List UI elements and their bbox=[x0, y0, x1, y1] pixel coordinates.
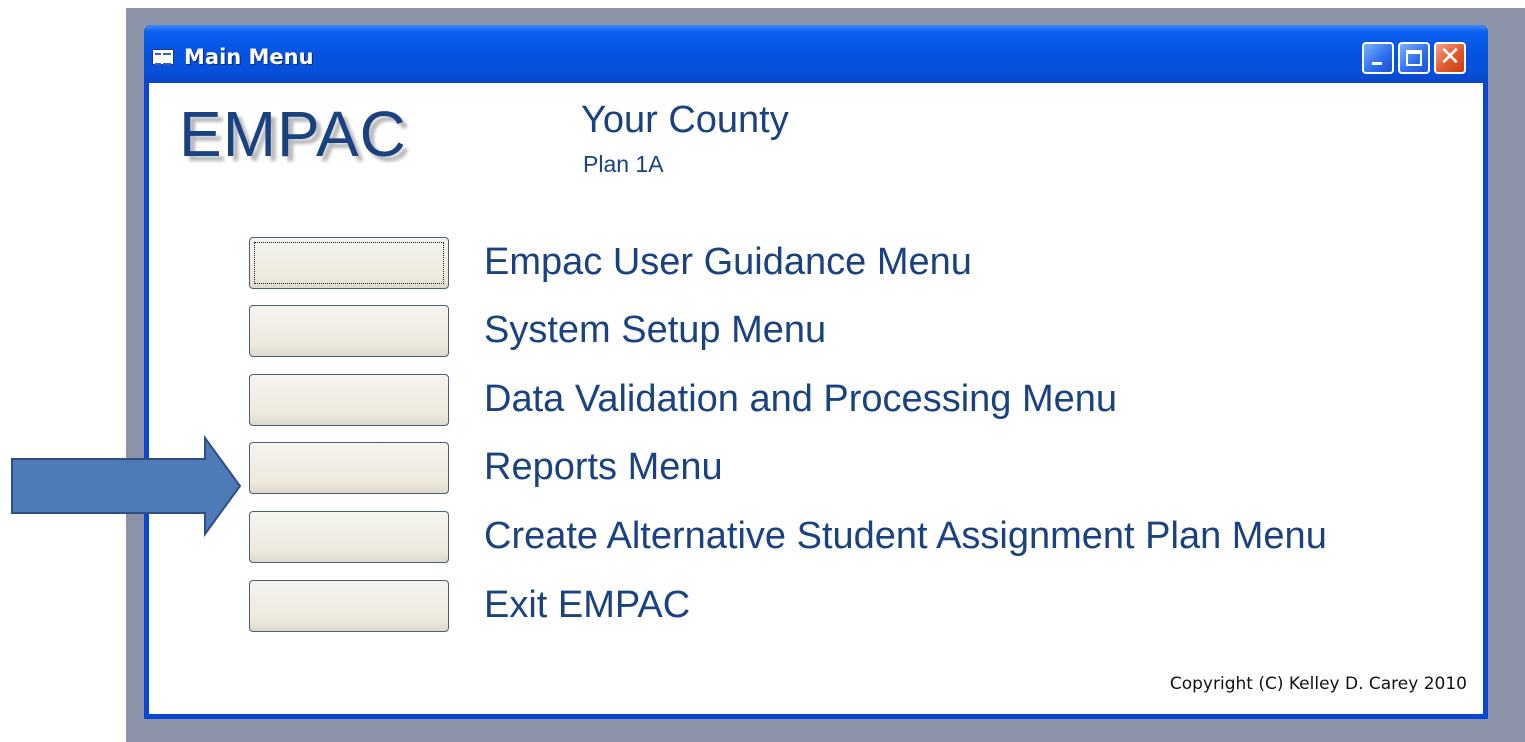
user-guidance-button[interactable] bbox=[249, 237, 449, 289]
data-validation-button[interactable] bbox=[249, 374, 449, 426]
alternative-plan-button[interactable] bbox=[249, 511, 449, 563]
copyright-notice: Copyright (C) Kelley D. Carey 2010 bbox=[1169, 674, 1467, 694]
county-name: Your County bbox=[581, 99, 789, 141]
menu-row-data-validation: Data Validation and Processing Menu bbox=[249, 374, 1479, 428]
menu-row-exit: Exit EMPAC bbox=[249, 580, 1479, 634]
system-setup-button[interactable] bbox=[249, 305, 449, 357]
main-menu-window: Main Menu ✕ EMPAC Your County Plan 1A Em… bbox=[144, 25, 1488, 719]
form-icon bbox=[152, 49, 174, 65]
system-setup-label: System Setup Menu bbox=[484, 309, 827, 351]
menu-row-user-guidance: Empac User Guidance Menu bbox=[249, 237, 1479, 291]
menu-row-alternative-plan: Create Alternative Student Assignment Pl… bbox=[249, 511, 1479, 565]
exit-label: Exit EMPAC bbox=[484, 584, 691, 626]
menu-row-reports: Reports Menu bbox=[249, 442, 1479, 496]
data-validation-label: Data Validation and Processing Menu bbox=[484, 378, 1118, 420]
window-title: Main Menu bbox=[184, 45, 314, 69]
close-icon: ✕ bbox=[1439, 42, 1461, 72]
maximize-button[interactable] bbox=[1398, 42, 1430, 74]
maximize-icon bbox=[1406, 50, 1422, 66]
close-button[interactable]: ✕ bbox=[1434, 42, 1466, 74]
title-bar[interactable]: Main Menu ✕ bbox=[144, 25, 1488, 83]
form-body: EMPAC Your County Plan 1A Empac User Gui… bbox=[149, 83, 1483, 714]
minimize-icon bbox=[1372, 62, 1382, 65]
pointer-arrow-icon bbox=[11, 434, 242, 538]
menu-row-system-setup: System Setup Menu bbox=[249, 305, 1479, 359]
minimize-button[interactable] bbox=[1362, 42, 1394, 74]
reports-label: Reports Menu bbox=[484, 446, 723, 488]
alternative-plan-label: Create Alternative Student Assignment Pl… bbox=[484, 515, 1327, 557]
app-logo: EMPAC bbox=[179, 98, 407, 170]
plan-name: Plan 1A bbox=[583, 151, 664, 177]
user-guidance-label: Empac User Guidance Menu bbox=[484, 241, 972, 283]
reports-button[interactable] bbox=[249, 442, 449, 494]
pointer-arrow-shape bbox=[11, 434, 242, 538]
exit-button[interactable] bbox=[249, 580, 449, 632]
